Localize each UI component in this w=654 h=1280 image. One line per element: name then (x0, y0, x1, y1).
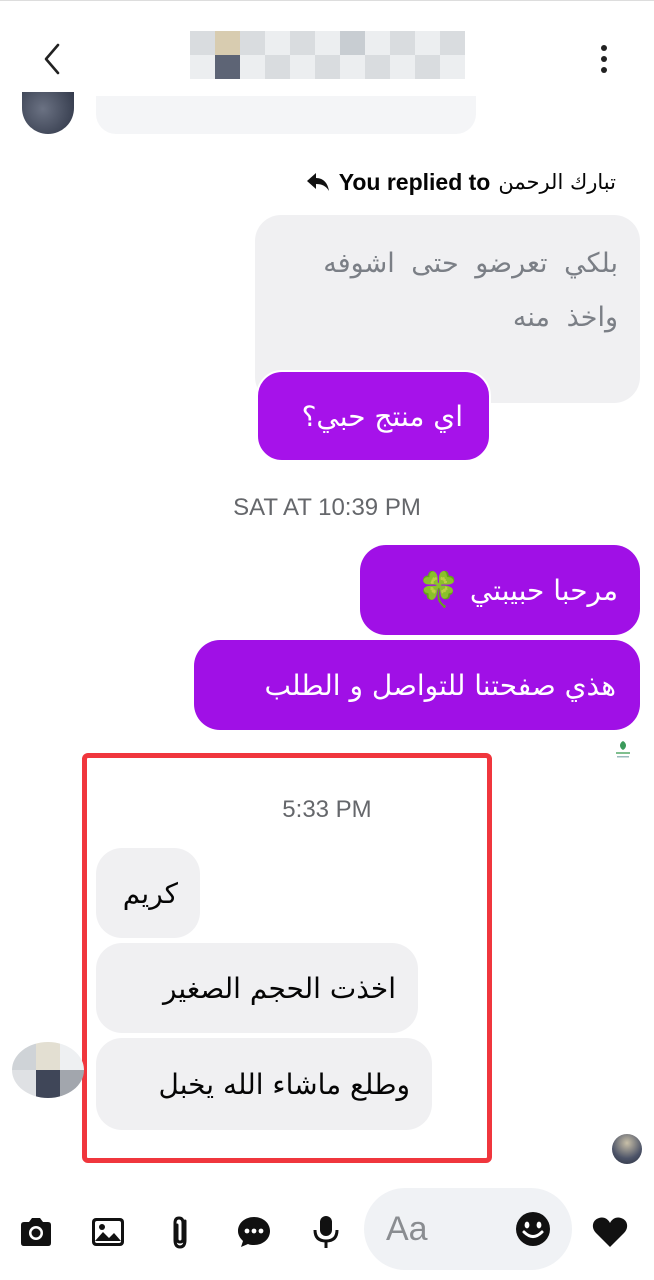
quoted-line-2: واخذ منه (512, 302, 618, 333)
message-text: كريم (122, 876, 178, 910)
quoted-line-1: بلكي تعرضو حتى اشوفه (323, 248, 618, 279)
vertical-dots-icon (601, 45, 607, 51)
timestamp: SAT AT 10:39 PM (233, 494, 421, 521)
seen-indicator-avatar (614, 738, 632, 760)
message-text: وطلع ماشاء الله يخبل (158, 1067, 410, 1101)
received-message-bubble[interactable]: اخذت الحجم الصغير (96, 943, 418, 1033)
timestamp: 5:33 PM (282, 796, 372, 823)
more-options-button[interactable] (594, 41, 614, 77)
message-text: اخذت الحجم الصغير (162, 971, 396, 1005)
previous-message-bubble-partial (96, 96, 476, 134)
message-text: اي منتج حبي؟ (301, 399, 463, 433)
contact-name-blurred[interactable] (190, 31, 465, 79)
received-message-bubble[interactable]: وطلع ماشاء الله يخبل (96, 1038, 432, 1130)
camera-icon (21, 1218, 51, 1246)
sent-message-bubble[interactable]: هذي صفحتنا للتواصل و الطلب (194, 640, 640, 730)
microphone-icon (313, 1216, 339, 1248)
gallery-icon (92, 1218, 124, 1246)
replied-label: You replied to (338, 168, 491, 195)
reply-arrow-icon (306, 173, 329, 191)
received-message-bubble[interactable]: كريم (96, 848, 200, 938)
attachment-button[interactable] (160, 1212, 200, 1252)
message-input[interactable]: Aa (364, 1188, 572, 1270)
message-composer: Aa (0, 1180, 654, 1280)
back-button[interactable] (36, 39, 68, 79)
attachment-icon (173, 1216, 187, 1249)
sent-message-bubble[interactable]: اي منتج حبي؟ (256, 370, 491, 462)
contact-avatar-partial (22, 92, 74, 134)
message-text: مرحبا حبيبتي (469, 573, 618, 607)
message-text: هذي صفحتنا للتواصل و الطلب (264, 668, 616, 702)
chevron-left-icon (44, 43, 60, 75)
like-button[interactable] (590, 1212, 630, 1252)
chat-actions-button[interactable] (234, 1212, 274, 1252)
chat-header (0, 0, 654, 110)
heart-icon (592, 1217, 628, 1247)
sender-avatar[interactable] (12, 1042, 84, 1098)
reply-context: You replied to تبارك الرحمن (305, 164, 616, 200)
camera-button[interactable] (16, 1212, 56, 1252)
clover-emoji: 🍀 (417, 570, 460, 610)
message-placeholder: Aa (386, 1210, 428, 1248)
seen-indicator-avatar (612, 1134, 642, 1164)
sent-message-bubble[interactable]: مرحبا حبيبتي 🍀 (360, 545, 640, 635)
emoji-icon[interactable] (514, 1210, 552, 1248)
voice-message-button[interactable] (306, 1212, 346, 1252)
replied-name: تبارك الرحمن (498, 170, 616, 194)
gallery-button[interactable] (88, 1212, 128, 1252)
chat-bubble-icon (238, 1217, 270, 1247)
